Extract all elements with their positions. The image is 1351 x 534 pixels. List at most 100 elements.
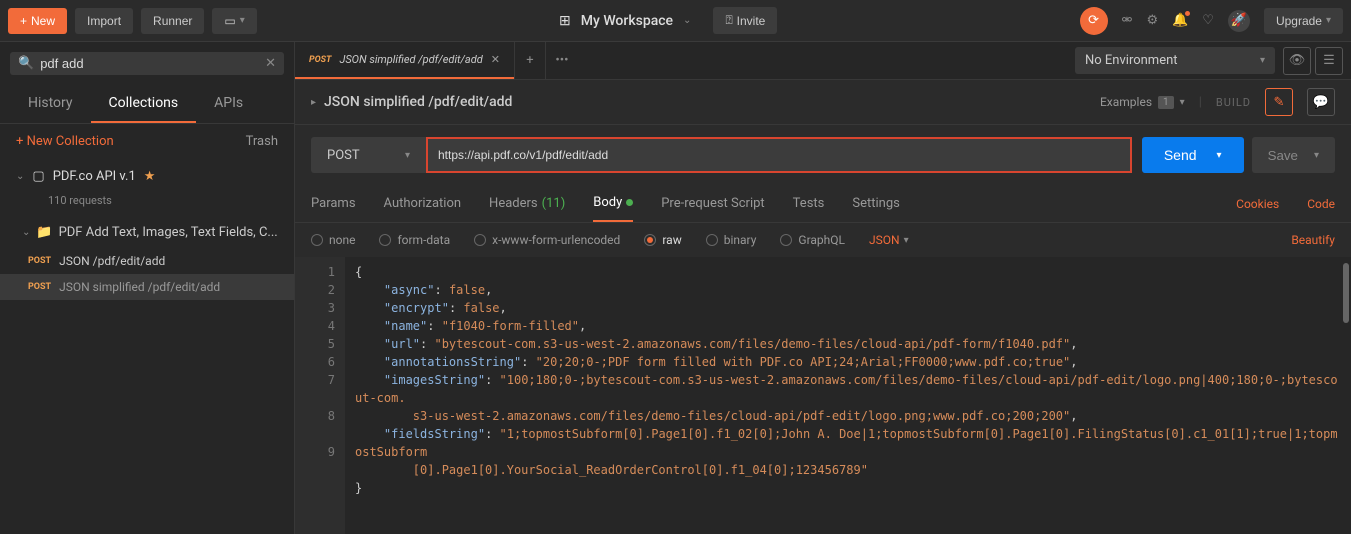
search-field[interactable] bbox=[40, 56, 259, 71]
method-select[interactable]: POST ▾ bbox=[311, 137, 426, 173]
tab-tests[interactable]: Tests bbox=[793, 186, 825, 221]
breadcrumb-title: JSON simplified /pdf/edit/add bbox=[324, 94, 512, 110]
env-settings-button[interactable]: ☰ bbox=[1315, 47, 1343, 75]
chevron-down-icon: ▾ bbox=[1314, 150, 1319, 161]
send-label: Send bbox=[1164, 147, 1197, 163]
radio-binary[interactable]: binary bbox=[706, 233, 757, 247]
sync-icon: ⟳ bbox=[1088, 13, 1099, 28]
runner-button[interactable]: Runner bbox=[141, 8, 204, 34]
url-input[interactable] bbox=[438, 148, 1120, 162]
workspace-name[interactable]: My Workspace bbox=[581, 13, 673, 29]
request-name: JSON /pdf/edit/add bbox=[59, 254, 165, 268]
chevron-down-icon: ▾ bbox=[1260, 55, 1265, 66]
body-format-select[interactable]: JSON ▾ bbox=[869, 233, 909, 247]
tab-params[interactable]: Params bbox=[311, 186, 356, 221]
collection-meta: 110 requests bbox=[0, 194, 294, 217]
tab-history[interactable]: History bbox=[10, 85, 91, 123]
save-label: Save bbox=[1268, 148, 1298, 163]
tab-collections[interactable]: Collections bbox=[91, 85, 197, 123]
tab-settings[interactable]: Settings bbox=[852, 186, 899, 221]
radio-graphql[interactable]: GraphQL bbox=[780, 233, 845, 247]
examples-count: 1 bbox=[1158, 96, 1174, 109]
request-name: JSON simplified /pdf/edit/add bbox=[59, 280, 220, 294]
plus-icon: + bbox=[16, 134, 23, 149]
invite-icon: ⍰ bbox=[725, 13, 732, 28]
radio-xwww[interactable]: x-www-form-urlencoded bbox=[474, 233, 620, 247]
code-content[interactable]: { "async": false, "encrypt": false, "nam… bbox=[345, 257, 1351, 534]
upgrade-label: Upgrade bbox=[1276, 14, 1322, 28]
folder-icon: ▢ bbox=[32, 169, 44, 184]
method-badge: POST bbox=[28, 256, 51, 266]
chevron-down-icon[interactable]: ⌄ bbox=[683, 15, 691, 26]
chevron-down-icon: ▾ bbox=[1217, 150, 1222, 161]
star-icon[interactable]: ★ bbox=[144, 169, 156, 184]
folder-icon: 📁 bbox=[36, 225, 52, 240]
chevron-down-icon: ▾ bbox=[1326, 15, 1331, 26]
window-icon: ▭ bbox=[224, 14, 235, 28]
radio-raw[interactable]: raw bbox=[644, 233, 681, 247]
new-collection-button[interactable]: + New Collection bbox=[16, 134, 114, 149]
radio-formdata[interactable]: form-data bbox=[379, 233, 450, 247]
headers-label: Headers bbox=[489, 196, 538, 211]
line-gutter: 123456789 bbox=[295, 257, 345, 534]
edit-button[interactable]: ✎ bbox=[1265, 88, 1293, 116]
chevron-right-icon[interactable]: ▸ bbox=[311, 97, 316, 108]
new-collection-label: New Collection bbox=[27, 134, 114, 149]
upgrade-button[interactable]: Upgrade ▾ bbox=[1264, 8, 1343, 34]
pencil-icon: ✎ bbox=[1274, 95, 1285, 110]
tab-title: JSON simplified /pdf/edit/add bbox=[339, 53, 482, 66]
body-editor[interactable]: 123456789 { "async": false, "encrypt": f… bbox=[295, 257, 1351, 534]
sliders-icon: ☰ bbox=[1323, 53, 1335, 68]
settings-icon[interactable]: ⚙ bbox=[1146, 13, 1158, 28]
body-format-label: JSON bbox=[869, 233, 900, 247]
beautify-button[interactable]: Beautify bbox=[1291, 233, 1335, 247]
grid-icon: ⊞ bbox=[559, 13, 571, 29]
tab-apis[interactable]: APIs bbox=[196, 85, 261, 123]
request-item[interactable]: POST JSON simplified /pdf/edit/add bbox=[0, 274, 294, 300]
request-item[interactable]: POST JSON /pdf/edit/add bbox=[0, 248, 294, 274]
env-preview-button[interactable]: 👁 bbox=[1283, 47, 1311, 75]
tab-prerequest[interactable]: Pre-request Script bbox=[661, 186, 764, 221]
collection-name: PDF.co API v.1 bbox=[53, 169, 136, 184]
chevron-down-icon: ▾ bbox=[904, 235, 909, 246]
scrollbar-thumb[interactable] bbox=[1343, 263, 1349, 323]
bootcamp-icon[interactable]: 🚀 bbox=[1228, 10, 1250, 32]
window-button[interactable]: ▭ ▾ bbox=[212, 8, 256, 34]
comment-icon: 💬 bbox=[1313, 95, 1329, 110]
add-tab-button[interactable]: + bbox=[514, 42, 546, 79]
more-tabs-button[interactable]: ••• bbox=[546, 53, 578, 68]
body-indicator-icon bbox=[626, 199, 633, 206]
sync-button[interactable]: ⟳ bbox=[1080, 7, 1108, 35]
clear-icon[interactable]: ✕ bbox=[265, 56, 276, 71]
comment-button[interactable]: 💬 bbox=[1307, 88, 1335, 116]
heart-icon[interactable]: ♡ bbox=[1202, 13, 1214, 28]
search-icon: 🔍 bbox=[18, 56, 34, 71]
trash-link[interactable]: Trash bbox=[246, 134, 278, 149]
code-link[interactable]: Code bbox=[1307, 197, 1335, 211]
satellite-icon[interactable]: ⚮ bbox=[1122, 13, 1133, 28]
tab-authorization[interactable]: Authorization bbox=[384, 186, 462, 221]
collection-item[interactable]: ⌄ ▢ PDF.co API v.1 ★ bbox=[0, 159, 294, 194]
request-tab[interactable]: POST JSON simplified /pdf/edit/add ✕ bbox=[295, 42, 514, 79]
import-button[interactable]: Import bbox=[75, 8, 133, 34]
chevron-down-icon[interactable]: ⌄ bbox=[22, 227, 30, 238]
save-button[interactable]: Save ▾ bbox=[1252, 137, 1335, 173]
close-icon[interactable]: ✕ bbox=[491, 53, 500, 66]
cookies-link[interactable]: Cookies bbox=[1236, 197, 1279, 211]
method-badge: POST bbox=[309, 55, 331, 65]
examples-label: Examples bbox=[1100, 95, 1152, 109]
chevron-down-icon: ▾ bbox=[240, 15, 245, 26]
tab-headers[interactable]: Headers (11) bbox=[489, 186, 565, 221]
bell-icon[interactable]: 🔔 bbox=[1172, 13, 1188, 28]
folder-item[interactable]: ⌄ 📁 PDF Add Text, Images, Text Fields, C… bbox=[0, 217, 294, 248]
chevron-down-icon[interactable]: ⌄ bbox=[16, 171, 24, 182]
new-button[interactable]: + New bbox=[8, 8, 67, 34]
environment-select[interactable]: No Environment ▾ bbox=[1075, 47, 1275, 74]
examples-dropdown[interactable]: Examples 1 ▾ bbox=[1100, 95, 1185, 109]
invite-button[interactable]: ⍰ Invite bbox=[713, 7, 777, 34]
tab-body[interactable]: Body bbox=[593, 185, 633, 222]
send-button[interactable]: Send ▾ bbox=[1142, 137, 1244, 173]
search-input[interactable]: 🔍 ✕ bbox=[10, 52, 284, 75]
radio-none[interactable]: none bbox=[311, 233, 355, 247]
plus-icon: + bbox=[20, 14, 27, 28]
